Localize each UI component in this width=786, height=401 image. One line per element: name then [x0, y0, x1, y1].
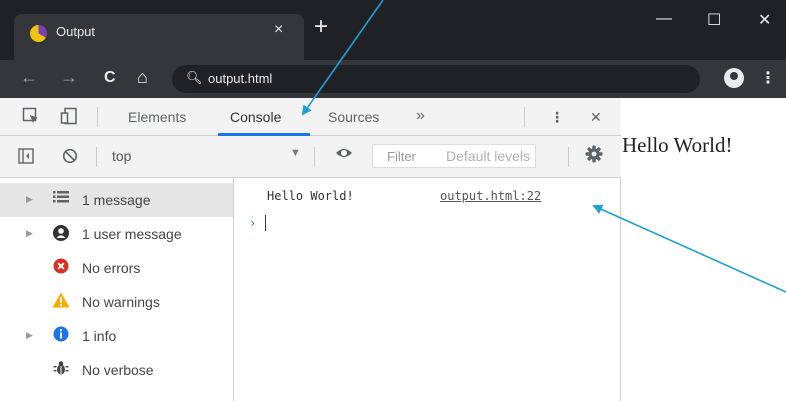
annotation-arrows: [301, 0, 786, 293]
annotation-arrow-console-tab: [301, 0, 384, 116]
annotation-arrow-log-source: [592, 204, 786, 293]
